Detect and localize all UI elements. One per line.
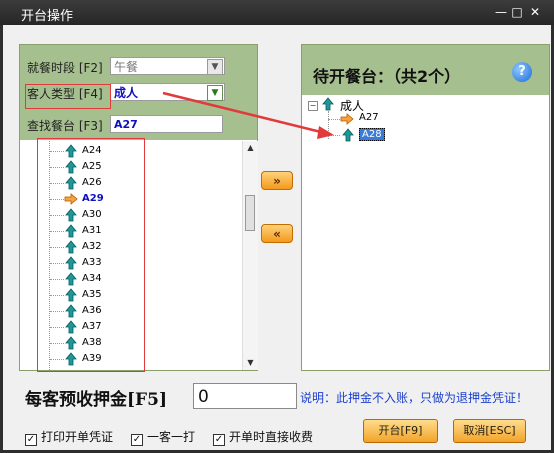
find-table-label: 查找餐台 [F3] xyxy=(27,119,103,133)
pending-title: 待开餐台：（共2个） xyxy=(313,67,461,86)
collapse-icon[interactable]: − xyxy=(308,101,318,111)
chevron-down-icon: ▼ xyxy=(207,85,223,101)
print-receipt-checkbox[interactable]: ✓ 打印开单凭证 xyxy=(25,428,113,446)
open-table-window: 开台操作 — □ ✕ 就餐时段 [F2] 午餐 ▼ 客人类型 [F4] 成人 ▼… xyxy=(0,0,554,453)
charge-on-open-checkbox[interactable]: ✓ 开单时直接收费 xyxy=(213,428,313,446)
one-guest-one-print-checkbox[interactable]: ✓ 一客一打 xyxy=(131,428,195,446)
chevron-down-icon: ▼ xyxy=(207,59,223,75)
pending-tree: − 成人 A27 A28 xyxy=(302,97,549,370)
find-table-input[interactable]: A27 xyxy=(110,115,223,133)
open-table-button[interactable]: 开台[F9] xyxy=(363,419,438,443)
pending-header: 待开餐台：（共2个） ? xyxy=(302,45,549,95)
close-button[interactable]: ✕ xyxy=(526,3,544,21)
meal-period-value: 午餐 xyxy=(114,60,139,74)
list-scrollbar[interactable]: ▲ ▼ xyxy=(242,141,258,370)
maximize-button[interactable]: □ xyxy=(508,3,526,21)
help-icon[interactable]: ? xyxy=(512,62,532,82)
guest-type-select[interactable]: 成人 ▼ xyxy=(110,83,225,101)
scroll-up-icon[interactable]: ▲ xyxy=(243,141,258,155)
table-list-highlight-box xyxy=(37,138,145,372)
guest-type-value: 成人 xyxy=(114,86,139,100)
checkbox-check-icon: ✓ xyxy=(25,434,37,446)
up-arrow-icon xyxy=(342,128,354,142)
guest-type-highlight-box xyxy=(25,84,111,109)
window-title: 开台操作 xyxy=(21,9,74,24)
remove-table-button[interactable]: « xyxy=(261,224,293,243)
checkbox-check-icon: ✓ xyxy=(131,434,143,446)
title-bar: 开台操作 — □ ✕ xyxy=(0,0,554,25)
pending-table-a27[interactable]: A27 xyxy=(359,112,379,123)
checkbox-label: 开单时直接收费 xyxy=(229,430,314,444)
deposit-note: 说明：此押金不入账，只做为退押金凭证！ xyxy=(300,391,529,405)
right-arrow-icon xyxy=(340,113,354,125)
checkbox-label: 一客一打 xyxy=(147,430,196,444)
find-table-value: A27 xyxy=(114,118,138,131)
deposit-input[interactable]: 0 xyxy=(193,383,297,409)
meal-period-label: 就餐时段 [F2] xyxy=(27,61,103,75)
scroll-down-icon[interactable]: ▼ xyxy=(243,356,258,370)
meal-period-select[interactable]: 午餐 ▼ xyxy=(110,57,225,75)
up-arrow-icon xyxy=(322,97,334,111)
dialog-body: 就餐时段 [F2] 午餐 ▼ 客人类型 [F4] 成人 ▼ 查找餐台 [F3] … xyxy=(3,25,551,450)
checkbox-check-icon: ✓ xyxy=(213,434,225,446)
checkbox-label: 打印开单凭证 xyxy=(41,430,114,444)
scroll-thumb[interactable] xyxy=(245,195,255,231)
deposit-label: 每客预收押金[F5] xyxy=(25,390,167,410)
pending-table-a28[interactable]: A28 xyxy=(359,128,385,141)
pending-tables-panel: 待开餐台：（共2个） ? − 成人 A27 A28 xyxy=(301,44,550,371)
add-table-button[interactable]: » xyxy=(261,171,293,190)
cancel-button[interactable]: 取消[ESC] xyxy=(453,419,526,443)
